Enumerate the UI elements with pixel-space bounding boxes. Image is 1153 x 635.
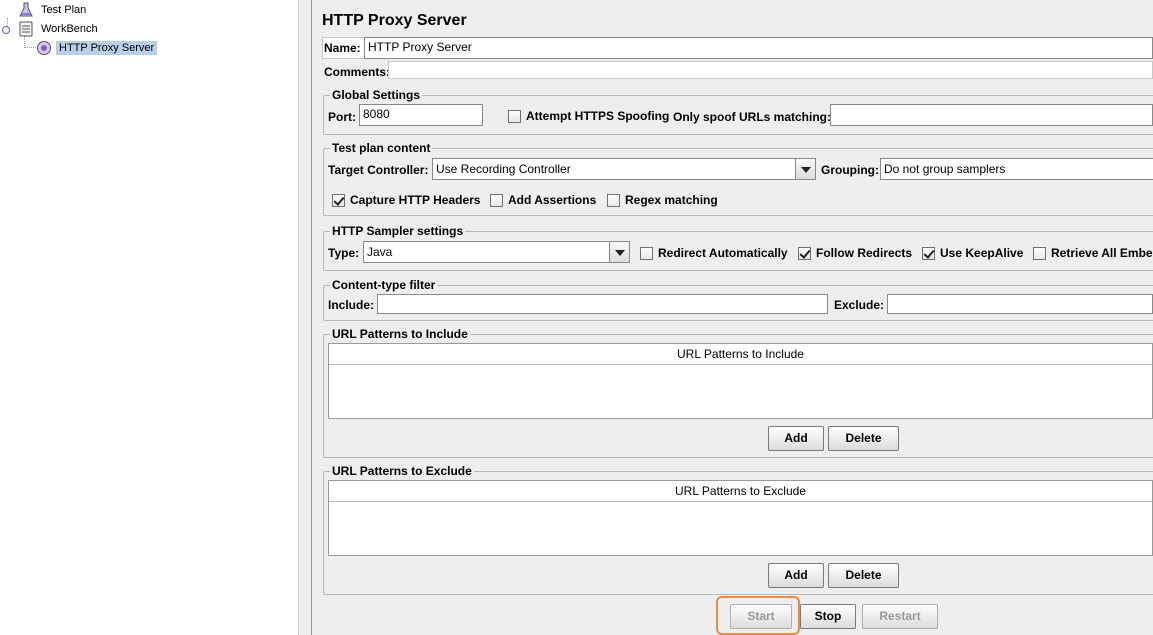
chevron-down-icon[interactable] bbox=[609, 242, 629, 262]
name-field[interactable]: HTTP Proxy Server bbox=[364, 37, 1153, 59]
port-field[interactable]: 8080 bbox=[359, 104, 483, 126]
follow-redirects-checkbox[interactable]: Follow Redirects bbox=[798, 246, 912, 260]
group-title: HTTP Sampler settings bbox=[330, 224, 466, 238]
group-title: URL Patterns to Include bbox=[330, 327, 470, 341]
spoof-urls-field[interactable] bbox=[830, 104, 1153, 126]
name-label: Name: bbox=[324, 41, 361, 55]
select-value: Use Recording Controller bbox=[436, 162, 571, 176]
comments-label: Comments: bbox=[324, 65, 391, 79]
checkbox-box bbox=[508, 109, 521, 123]
checkbox-label: Redirect Automatically bbox=[658, 246, 788, 260]
capture-headers-checkbox[interactable]: Capture HTTP Headers bbox=[332, 193, 480, 207]
include-patterns-table[interactable]: URL Patterns to Include bbox=[328, 343, 1153, 419]
checkbox-box bbox=[922, 246, 935, 260]
exclude-patterns-table[interactable]: URL Patterns to Exclude bbox=[328, 480, 1153, 556]
target-controller-select[interactable]: Use Recording Controller bbox=[432, 158, 816, 180]
checkbox-box bbox=[798, 246, 811, 260]
checkbox-box bbox=[1033, 246, 1046, 260]
tree-item-test-plan[interactable]: Test Plan bbox=[18, 1, 89, 19]
use-keepalive-checkbox[interactable]: Use KeepAlive bbox=[922, 246, 1023, 260]
group-title: Global Settings bbox=[330, 88, 423, 102]
redirect-automatically-checkbox[interactable]: Redirect Automatically bbox=[640, 246, 788, 260]
include-delete-button[interactable]: Delete bbox=[828, 426, 899, 451]
tree-item-label: HTTP Proxy Server bbox=[56, 41, 158, 55]
panel-splitter[interactable] bbox=[298, 0, 312, 635]
sampler-type-select[interactable]: Java bbox=[363, 241, 630, 263]
checkbox-label: Follow Redirects bbox=[816, 246, 913, 260]
checkbox-box bbox=[490, 193, 503, 207]
tree-item-workbench[interactable]: WorkBench bbox=[18, 20, 101, 38]
port-label: Port: bbox=[328, 110, 356, 124]
include-add-button[interactable]: Add bbox=[768, 426, 824, 451]
stop-button[interactable]: Stop bbox=[800, 604, 856, 629]
test-plan-tree: Test Plan WorkBench HTTP Proxy Server bbox=[0, 0, 298, 635]
select-value: Do not group samplers bbox=[884, 162, 1006, 176]
add-assertions-checkbox[interactable]: Add Assertions bbox=[490, 193, 596, 207]
grouping-label: Grouping: bbox=[821, 163, 879, 177]
test-plan-icon bbox=[18, 2, 34, 18]
workbench-icon bbox=[18, 21, 34, 37]
comments-field[interactable] bbox=[388, 61, 1153, 79]
group-title: Content-type filter bbox=[330, 278, 438, 292]
proxy-config-panel: HTTP Proxy Server Name: HTTP Proxy Serve… bbox=[312, 0, 1153, 635]
checkbox-label: Retrieve All Embed bbox=[1051, 246, 1153, 260]
tree-expand-handle[interactable] bbox=[2, 26, 10, 34]
include-label: Include: bbox=[328, 298, 375, 312]
restart-button[interactable]: Restart bbox=[862, 604, 938, 629]
start-button[interactable]: Start bbox=[730, 604, 792, 629]
regex-matching-checkbox[interactable]: Regex matching bbox=[607, 193, 718, 207]
checkbox-box bbox=[607, 193, 620, 207]
select-value: Java bbox=[367, 245, 393, 259]
tree-item-label: Test Plan bbox=[41, 4, 87, 16]
type-label: Type: bbox=[328, 246, 360, 260]
spoof-urls-label: Only spoof URLs matching: bbox=[673, 110, 832, 124]
target-controller-label: Target Controller: bbox=[328, 163, 429, 177]
chevron-down-icon[interactable] bbox=[795, 159, 815, 179]
exclude-add-button[interactable]: Add bbox=[768, 563, 824, 588]
tree-item-http-proxy-server[interactable]: HTTP Proxy Server bbox=[36, 39, 158, 57]
checkbox-label: Regex matching bbox=[625, 193, 718, 207]
checkbox-box bbox=[640, 246, 653, 260]
group-title: URL Patterns to Exclude bbox=[330, 464, 474, 478]
page-title: HTTP Proxy Server bbox=[322, 12, 467, 29]
retrieve-embedded-checkbox[interactable]: Retrieve All Embed bbox=[1033, 246, 1153, 260]
checkbox-box bbox=[332, 193, 345, 207]
checkbox-label: Add Assertions bbox=[508, 193, 597, 207]
proxy-server-icon bbox=[36, 40, 52, 56]
group-title: Test plan content bbox=[330, 141, 433, 155]
checkbox-label: Capture HTTP Headers bbox=[350, 193, 481, 207]
checkbox-label: Use KeepAlive bbox=[940, 246, 1024, 260]
exclude-delete-button[interactable]: Delete bbox=[828, 563, 899, 588]
grouping-select[interactable]: Do not group samplers bbox=[880, 158, 1153, 180]
include-field[interactable] bbox=[377, 294, 828, 314]
table-header[interactable]: URL Patterns to Include bbox=[329, 344, 1152, 365]
tree-connector bbox=[24, 47, 36, 48]
table-header[interactable]: URL Patterns to Exclude bbox=[329, 481, 1152, 502]
checkbox-label: Attempt HTTPS Spoofing bbox=[526, 109, 670, 123]
https-spoofing-checkbox[interactable]: Attempt HTTPS Spoofing bbox=[508, 109, 669, 123]
exclude-field[interactable] bbox=[887, 294, 1153, 314]
tree-item-label: WorkBench bbox=[41, 23, 98, 35]
exclude-label: Exclude: bbox=[834, 298, 885, 312]
